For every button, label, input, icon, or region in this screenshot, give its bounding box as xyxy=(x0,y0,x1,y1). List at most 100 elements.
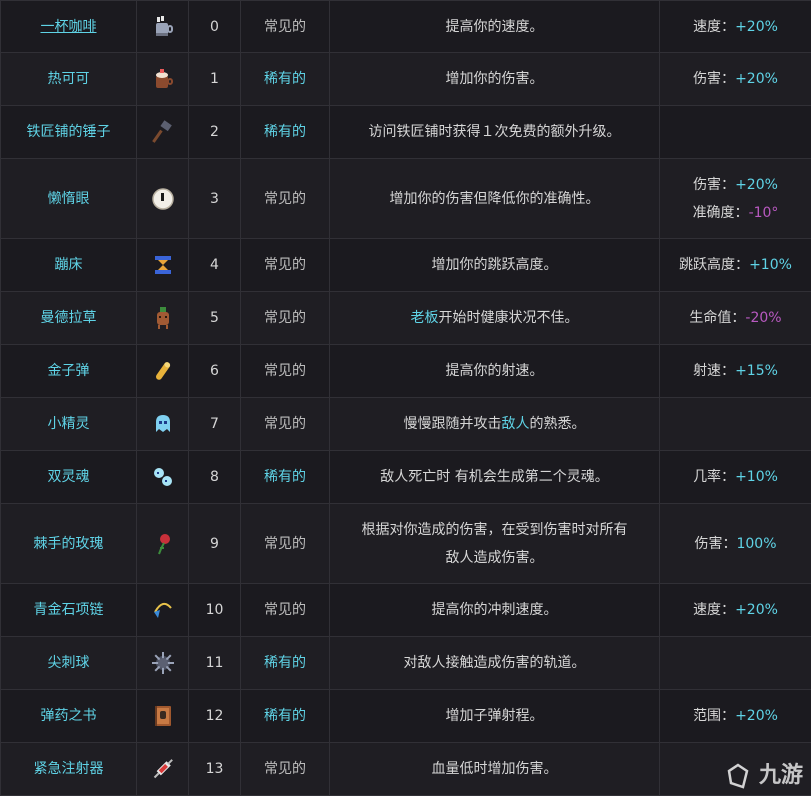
item-id: 7 xyxy=(189,398,241,451)
item-icon-cell xyxy=(137,345,189,398)
item-icon-cell xyxy=(137,292,189,345)
table-row: 棘手的玫瑰 9 常见的 根据对你造成的伤害，在受到伤害时对所有 敌人造成伤害。 … xyxy=(1,504,811,584)
stat-label: 范围： xyxy=(693,708,735,724)
item-id: 1 xyxy=(189,53,241,106)
syringe-icon xyxy=(149,755,177,783)
table-row: 紧急注射器 13 常见的 血量低时增加伤害。 xyxy=(1,743,811,796)
jiuyou-logo-icon xyxy=(725,763,751,789)
rarity: 常见的 xyxy=(241,239,330,292)
rarity: 常见的 xyxy=(241,292,330,345)
item-name: 棘手的玫瑰 xyxy=(1,504,137,584)
stat-value: +20% xyxy=(735,708,778,724)
item-name: 热可可 xyxy=(1,53,137,106)
description: 提高你的速度。 xyxy=(330,1,660,53)
enemy-link[interactable]: 敌人 xyxy=(502,416,530,432)
trampoline-icon xyxy=(149,251,177,279)
hammer-icon xyxy=(149,118,177,146)
description: 老板开始时健康状况不佳。 xyxy=(330,292,660,345)
item-id: 13 xyxy=(189,743,241,796)
item-icon-cell xyxy=(137,1,189,53)
stat-value: +20% xyxy=(735,71,778,87)
rarity: 常见的 xyxy=(241,398,330,451)
item-icon-cell xyxy=(137,584,189,637)
item-name: 小精灵 xyxy=(1,398,137,451)
stat-label: 伤害： xyxy=(693,71,735,87)
table-row: 一杯咖啡 0 常见的 提高你的速度。 速度：+20% xyxy=(1,1,811,53)
item-id: 0 xyxy=(189,1,241,53)
table-row: 尖刺球 11 稀有的 对敌人接触造成伤害的轨道。 xyxy=(1,637,811,690)
item-icon-cell xyxy=(137,690,189,743)
stat-value: -10° xyxy=(749,205,779,221)
ammo-book-icon xyxy=(149,702,177,730)
spirit-icon xyxy=(149,410,177,438)
item-icon-cell xyxy=(137,106,189,159)
item-icon-cell xyxy=(137,504,189,584)
stat-line: 准确度：-10° xyxy=(664,199,807,227)
description: 根据对你造成的伤害，在受到伤害时对所有 敌人造成伤害。 xyxy=(330,504,660,584)
description: 增加子弹射程。 xyxy=(330,690,660,743)
rarity: 稀有的 xyxy=(241,451,330,504)
table-row: 热可可 1 稀有的 增加你的伤害。 伤害：+20% xyxy=(1,53,811,106)
boss-link[interactable]: 老板 xyxy=(411,310,439,326)
stat-label: 生命值： xyxy=(689,310,745,326)
twin-souls-icon xyxy=(149,463,177,491)
stat-value: +20% xyxy=(735,19,778,35)
stat-label: 射速： xyxy=(693,363,735,379)
stat-cell: 速度：+20% xyxy=(660,1,811,53)
stat-value: 100% xyxy=(736,536,776,552)
item-icon-cell xyxy=(137,53,189,106)
table-row: 金子弹 6 常见的 提高你的射速。 射速：+15% xyxy=(1,345,811,398)
item-id: 8 xyxy=(189,451,241,504)
stat-value: +10% xyxy=(749,257,792,273)
item-name: 紧急注射器 xyxy=(1,743,137,796)
item-name: 蹦床 xyxy=(1,239,137,292)
rarity: 稀有的 xyxy=(241,106,330,159)
rarity: 常见的 xyxy=(241,1,330,53)
description-text: 开始时健康状况不佳。 xyxy=(439,310,579,326)
rarity: 常见的 xyxy=(241,743,330,796)
stat-cell: 生命值：-20% xyxy=(660,292,811,345)
description: 提高你的冲刺速度。 xyxy=(330,584,660,637)
item-name: 懒惰眼 xyxy=(1,159,137,239)
item-id: 10 xyxy=(189,584,241,637)
stat-label: 几率： xyxy=(693,469,735,485)
table-row: 懒惰眼 3 常见的 增加你的伤害但降低你的准确性。 伤害：+20% 准确度：-1… xyxy=(1,159,811,239)
item-name-link[interactable]: 一杯咖啡 xyxy=(41,19,97,35)
item-name-cell[interactable]: 一杯咖啡 xyxy=(1,1,137,53)
item-icon-cell xyxy=(137,239,189,292)
item-name: 金子弹 xyxy=(1,345,137,398)
stat-label: 伤害： xyxy=(693,177,735,193)
item-name: 尖刺球 xyxy=(1,637,137,690)
eye-icon xyxy=(149,185,177,213)
description: 访问铁匠铺时获得１次免费的额外升级。 xyxy=(330,106,660,159)
item-icon-cell xyxy=(137,637,189,690)
stat-cell: 伤害：100% xyxy=(660,504,811,584)
stat-value: -20% xyxy=(745,310,781,326)
description-line: 根据对你造成的伤害，在受到伤害时对所有 xyxy=(334,516,655,544)
stat-cell: 伤害：+20% 准确度：-10° xyxy=(660,159,811,239)
description: 增加你的伤害但降低你的准确性。 xyxy=(330,159,660,239)
table-row: 铁匠铺的锤子 2 稀有的 访问铁匠铺时获得１次免费的额外升级。 xyxy=(1,106,811,159)
stat-cell xyxy=(660,637,811,690)
stat-value: +20% xyxy=(735,177,778,193)
stat-cell: 速度：+20% xyxy=(660,584,811,637)
table-row: 双灵魂 8 稀有的 敌人死亡时 有机会生成第二个灵魂。 几率：+10% xyxy=(1,451,811,504)
description-text: 的熟悉。 xyxy=(530,416,586,432)
table-row: 曼德拉草 5 常见的 老板开始时健康状况不佳。 生命值：-20% xyxy=(1,292,811,345)
item-name: 铁匠铺的锤子 xyxy=(1,106,137,159)
stat-cell xyxy=(660,106,811,159)
stat-value: +15% xyxy=(735,363,778,379)
table-row: 青金石项链 10 常见的 提高你的冲刺速度。 速度：+20% xyxy=(1,584,811,637)
rarity: 常见的 xyxy=(241,345,330,398)
item-name: 青金石项链 xyxy=(1,584,137,637)
stat-cell: 几率：+10% xyxy=(660,451,811,504)
golden-bullet-icon xyxy=(149,357,177,385)
stat-label: 速度： xyxy=(693,602,735,618)
item-name: 曼德拉草 xyxy=(1,292,137,345)
stat-cell: 跳跃高度：+10% xyxy=(660,239,811,292)
table-row: 蹦床 4 常见的 增加你的跳跃高度。 跳跃高度：+10% xyxy=(1,239,811,292)
rose-icon xyxy=(149,530,177,558)
rarity: 常见的 xyxy=(241,159,330,239)
table-row: 弹药之书 12 稀有的 增加子弹射程。 范围：+20% xyxy=(1,690,811,743)
stat-cell: 伤害：+20% xyxy=(660,53,811,106)
